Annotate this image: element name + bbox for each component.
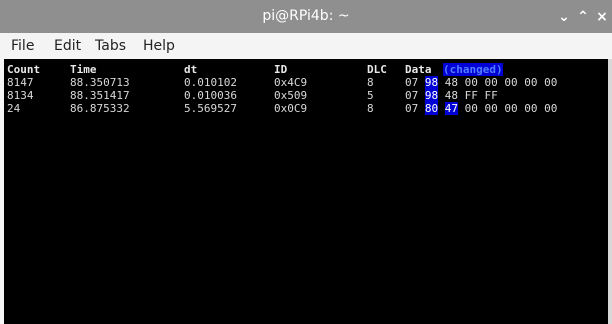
header-count: Count: [7, 63, 41, 76]
header-id: ID: [274, 63, 288, 76]
data-byte: 07: [405, 76, 419, 89]
data-byte: 00: [524, 76, 538, 89]
menu-bar: File Edit Tabs Help: [0, 33, 612, 58]
row-0-id: 0x4C9: [274, 76, 308, 89]
header-dt: dt: [184, 63, 198, 76]
data-byte: 00: [504, 76, 518, 89]
row-1-count: 8134: [7, 89, 34, 102]
data-byte: 00: [504, 102, 518, 115]
minimize-icon[interactable]: ⌄: [556, 9, 572, 25]
terminal-output[interactable]: Count Time dt ID DLC Data (changed) 8147…: [4, 59, 608, 324]
window-title: pi@RPi4b: ~: [262, 8, 350, 24]
data-byte: 07: [405, 102, 419, 115]
row-0-dlc: 8: [367, 76, 374, 89]
row-1-time: 88.351417: [70, 89, 130, 102]
menu-edit[interactable]: Edit: [54, 38, 81, 54]
row-1-id: 0x509: [274, 89, 308, 102]
header-time: Time: [70, 63, 97, 76]
data-byte: FF: [484, 89, 498, 102]
row-2-dt: 5.569527: [184, 102, 237, 115]
row-2-dlc: 8: [367, 102, 374, 115]
row-0-data: 07 98 48 00 00 00 00 00: [405, 76, 557, 89]
maximize-icon[interactable]: ⌃: [575, 9, 591, 25]
row-2-time: 86.875332: [70, 102, 130, 115]
header-dlc: DLC: [367, 63, 387, 76]
data-byte: FF: [464, 89, 478, 102]
menu-file[interactable]: File: [11, 38, 34, 54]
close-icon[interactable]: ×: [594, 9, 610, 25]
terminal-scrollbar[interactable]: [608, 59, 612, 324]
data-byte: 48: [444, 76, 458, 89]
data-byte: 47: [444, 102, 458, 115]
menu-tabs[interactable]: Tabs: [95, 38, 126, 54]
data-byte: 00: [464, 102, 478, 115]
data-byte: 00: [464, 76, 478, 89]
row-0-time: 88.350713: [70, 76, 130, 89]
data-byte: 00: [484, 102, 498, 115]
data-byte: 00: [544, 102, 558, 115]
terminal-window: pi@RPi4b: ~ ⌄ ⌃ × File Edit Tabs Help Co…: [0, 0, 612, 324]
row-1-data: 07 98 48 FF FF: [405, 89, 498, 102]
row-1-dt: 0.010036: [184, 89, 237, 102]
row-2-count: 24: [7, 102, 21, 115]
data-byte: 00: [524, 102, 538, 115]
header-data: Data: [405, 63, 432, 76]
data-byte: 00: [544, 76, 558, 89]
row-2-data: 07 80 47 00 00 00 00 00: [405, 102, 557, 115]
title-bar[interactable]: pi@RPi4b: ~ ⌄ ⌃ ×: [0, 0, 612, 33]
menu-help[interactable]: Help: [143, 38, 175, 54]
data-byte: 48: [444, 89, 458, 102]
row-0-count: 8147: [7, 76, 34, 89]
row-2-id: 0x0C9: [274, 102, 308, 115]
row-0-dt: 0.010102: [184, 76, 237, 89]
data-byte: 07: [405, 89, 419, 102]
data-byte: 98: [424, 89, 439, 102]
row-1-dlc: 5: [367, 89, 374, 102]
data-byte: 80: [424, 102, 439, 115]
data-byte: 98: [424, 76, 439, 89]
data-byte: 00: [484, 76, 498, 89]
header-changed: (changed): [443, 63, 503, 76]
